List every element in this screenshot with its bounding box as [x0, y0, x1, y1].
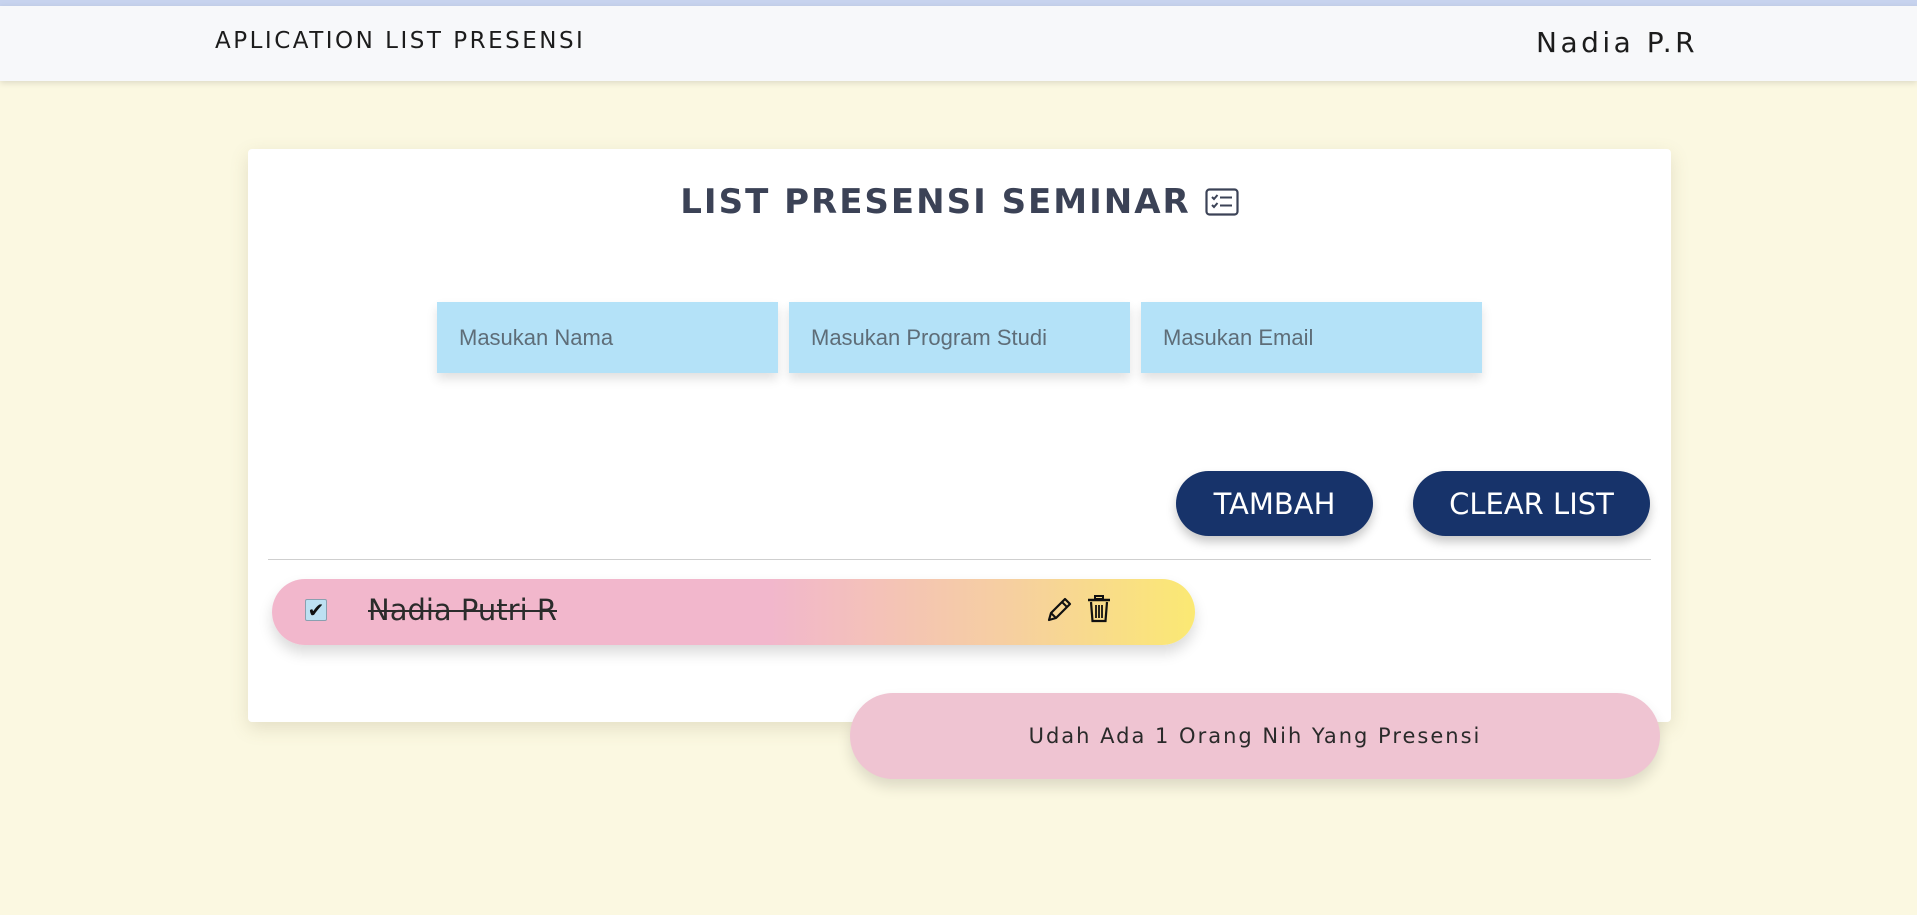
checklist-card-icon	[1205, 188, 1239, 216]
navbar: APLICATION LIST PRESENSI Nadia P.R	[0, 6, 1917, 81]
email-input[interactable]	[1141, 302, 1482, 373]
edit-icon[interactable]	[1044, 595, 1074, 629]
clear-list-button[interactable]: CLEAR LIST	[1413, 471, 1650, 536]
item-name: Nadia Putri R	[368, 593, 557, 627]
nama-input[interactable]	[437, 302, 778, 373]
card-title: LIST PRESENSI SEMINAR	[248, 182, 1671, 222]
app-brand[interactable]: APLICATION LIST PRESENSI	[215, 28, 585, 54]
program-studi-input[interactable]	[789, 302, 1130, 373]
user-name[interactable]: Nadia P.R	[1536, 26, 1698, 59]
presensi-card: LIST PRESENSI SEMINAR TAMBAH CLEAR LIST …	[248, 149, 1671, 722]
card-title-text: LIST PRESENSI SEMINAR	[680, 182, 1191, 222]
tambah-button[interactable]: TAMBAH	[1176, 471, 1373, 536]
trash-icon[interactable]	[1086, 594, 1112, 628]
item-checkbox[interactable]: ✔	[305, 599, 327, 621]
list-divider	[268, 559, 1651, 560]
list-item: ✔ Nadia Putri R	[272, 579, 1195, 645]
toast-message: Udah Ada 1 Orang Nih Yang Presensi	[1028, 724, 1482, 748]
presensi-count-toast: Udah Ada 1 Orang Nih Yang Presensi	[850, 693, 1660, 779]
